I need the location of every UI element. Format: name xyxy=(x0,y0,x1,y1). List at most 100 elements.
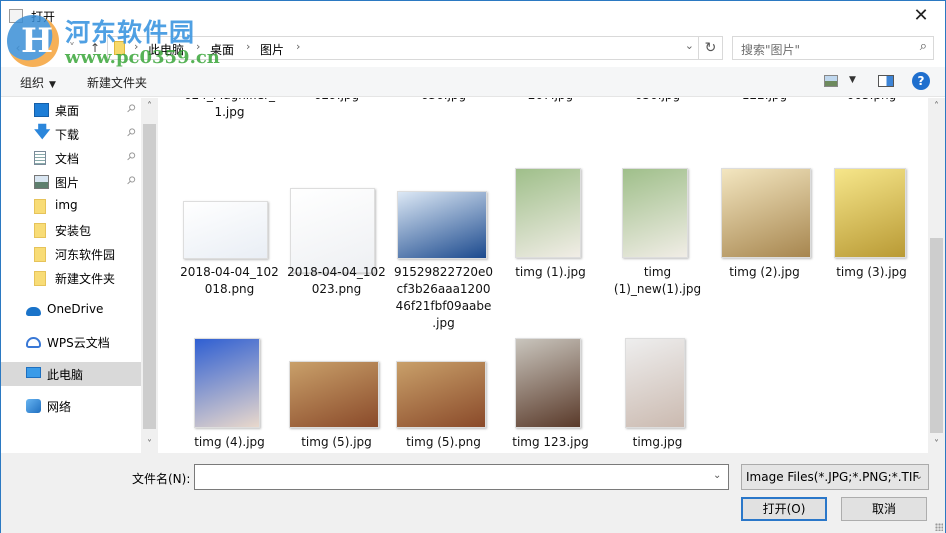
file-item[interactable]: timg (5).png xyxy=(390,338,497,453)
file-item[interactable]: timg (4).jpg xyxy=(176,338,283,453)
onedrive-icon xyxy=(26,307,41,316)
file-thumbnail xyxy=(622,168,688,258)
file-list: 2017-12-01_093 624_Magnifier_ 1.jpg 2017-… xyxy=(158,98,928,453)
file-item[interactable]: 2018-01-04_132 207.jpg xyxy=(497,98,604,178)
sidebar-item[interactable]: WPS云文档 xyxy=(1,330,141,354)
file-item[interactable]: 91529822720e0 cf3b26aaa1200 46f21fbf09aa… xyxy=(390,186,497,330)
pictures-icon xyxy=(34,175,49,189)
filename-input[interactable] xyxy=(194,464,729,490)
file-item[interactable]: timg (2).jpg xyxy=(711,168,818,288)
sidebar-scrollbar[interactable]: ˄ ˅ xyxy=(141,98,158,453)
file-item[interactable]: timg.jpg xyxy=(604,338,711,453)
back-button[interactable]: ‹ xyxy=(9,39,27,57)
search-icon[interactable]: ⌕ xyxy=(920,39,927,54)
file-item[interactable]: timg (1)_new(1).jpg xyxy=(604,168,711,296)
file-item[interactable]: 2018-02-23_090 122.jpg xyxy=(711,98,818,178)
scroll-down-icon[interactable]: ˅ xyxy=(141,436,158,453)
file-name: 2018-04-04_102 003.png xyxy=(818,98,925,104)
sidebar-scroll-thumb[interactable] xyxy=(143,124,156,429)
file-name: timg (4).jpg xyxy=(194,435,265,449)
organize-label: 组织 xyxy=(20,76,45,90)
file-name: 2018-02-23_090 122.jpg xyxy=(711,98,818,104)
preview-pane-icon[interactable] xyxy=(878,75,894,87)
file-item[interactable]: timg (1).jpg xyxy=(497,168,604,288)
sidebar-item[interactable]: 此电脑 xyxy=(1,362,141,386)
new-folder-button[interactable]: 新建文件夹 xyxy=(87,74,147,91)
file-item[interactable]: 2018-04-04_102 018.png xyxy=(176,186,283,306)
file-thumbnail xyxy=(515,168,581,258)
scroll-down-icon[interactable]: ˅ xyxy=(928,436,945,453)
search-box[interactable]: 搜索"图片" ⌕ xyxy=(732,36,934,60)
sidebar-item[interactable]: 🡇 下载 ⚲ xyxy=(1,122,141,146)
help-icon[interactable]: ? xyxy=(912,72,930,90)
sidebar-item[interactable]: 网络 xyxy=(1,394,141,418)
sidebar-item[interactable]: 桌面 ⚲ xyxy=(1,98,141,122)
sidebar-item[interactable]: 文档 ⚲ xyxy=(1,146,141,170)
scroll-up-icon[interactable]: ˄ xyxy=(928,98,945,115)
breadcrumb-separator[interactable]: › xyxy=(296,40,300,53)
folder-icon xyxy=(34,199,46,214)
scroll-up-icon[interactable]: ˄ xyxy=(141,98,158,115)
up-button[interactable]: ↑ xyxy=(86,39,104,57)
sidebar-item[interactable]: 新建文件夹 xyxy=(1,266,141,290)
breadcrumb-separator[interactable]: › xyxy=(196,40,200,53)
window-title: 打开 xyxy=(31,10,56,24)
file-name: 2018-02-23_090 050.jpg xyxy=(604,98,711,104)
folder-icon xyxy=(114,41,125,55)
address-bar[interactable]: › 此电脑 › 桌面 › 图片 › ⌄ ↻ xyxy=(107,36,723,60)
search-input[interactable]: 搜索"图片" xyxy=(741,41,800,58)
sidebar-item-label: img xyxy=(55,198,78,212)
cancel-button[interactable]: 取消 xyxy=(841,497,927,521)
open-button[interactable]: 打开(O) xyxy=(741,497,827,521)
organize-menu[interactable]: 组织 ▼ xyxy=(20,74,56,91)
file-item[interactable]: 2018-02-23_090 050.jpg xyxy=(604,98,711,178)
file-list-scrollbar[interactable]: ˄ ˅ xyxy=(928,98,945,453)
sidebar-item-label: 此电脑 xyxy=(47,368,84,382)
breadcrumb-pictures[interactable]: 图片 xyxy=(260,41,284,58)
change-view-icon[interactable] xyxy=(824,75,838,87)
file-item[interactable]: timg (5).jpg xyxy=(283,338,390,453)
sidebar-item-label: 图片 xyxy=(55,176,80,190)
pin-icon[interactable]: ⚲ xyxy=(124,149,139,164)
breadcrumb-separator[interactable]: › xyxy=(246,40,250,53)
breadcrumb-this-pc[interactable]: 此电脑 xyxy=(148,41,184,58)
pin-icon[interactable]: ⚲ xyxy=(124,173,139,188)
file-item[interactable]: 2017-12-01_093 629.jpg xyxy=(283,98,390,178)
file-item[interactable]: 2017-12-01_093 636.jpg xyxy=(390,98,497,178)
filename-dropdown-icon[interactable]: ⌄ xyxy=(713,470,721,481)
file-thumbnail xyxy=(290,188,375,273)
file-item[interactable]: 2018-04-04_102 003.png xyxy=(818,98,925,178)
refresh-button[interactable]: ↻ xyxy=(698,37,722,59)
sidebar-item[interactable]: img xyxy=(1,194,141,218)
sidebar-item[interactable]: 河东软件园 xyxy=(1,242,141,266)
sidebar-item[interactable]: OneDrive xyxy=(1,298,141,322)
this-pc-icon xyxy=(26,367,41,378)
pin-icon[interactable]: ⚲ xyxy=(124,125,139,140)
pin-icon[interactable]: ⚲ xyxy=(124,101,139,116)
breadcrumb-separator[interactable]: › xyxy=(134,40,138,53)
file-thumbnail xyxy=(396,361,486,428)
file-name: timg (1).jpg xyxy=(515,265,586,279)
close-button[interactable]: ✕ xyxy=(901,1,941,31)
file-item[interactable]: timg (3).jpg xyxy=(818,168,925,288)
resize-grip-icon[interactable] xyxy=(935,523,943,531)
file-thumbnail xyxy=(183,201,268,259)
file-item[interactable]: 2018-04-04_102 023.png xyxy=(283,186,390,306)
sidebar-item[interactable]: 图片 ⚲ xyxy=(1,170,141,194)
recent-locations-button[interactable]: ˅ xyxy=(63,39,81,57)
folder-icon xyxy=(34,271,46,286)
view-options-chevron-icon[interactable]: ▼ xyxy=(849,75,856,85)
file-type-value: Image Files(*.JPG;*.PNG;*.TIF xyxy=(746,470,920,484)
file-name: 2017-12-01_093 629.jpg xyxy=(283,98,390,104)
file-type-select[interactable]: Image Files(*.JPG;*.PNG;*.TIF ⌄ xyxy=(741,464,929,490)
address-dropdown-icon[interactable]: ⌄ xyxy=(685,39,694,52)
chevron-down-icon: ⌄ xyxy=(914,471,923,482)
file-item[interactable]: 2017-12-01_093 624_Magnifier_ 1.jpg xyxy=(176,98,283,178)
file-name: 2018-04-04_102 023.png xyxy=(287,265,386,296)
file-item[interactable]: timg 123.jpg xyxy=(497,338,604,453)
breadcrumb-desktop[interactable]: 桌面 xyxy=(210,41,234,58)
file-thumbnail xyxy=(834,168,906,258)
file-name: timg 123.jpg xyxy=(512,435,589,449)
file-list-scroll-thumb[interactable] xyxy=(930,238,943,433)
sidebar-item[interactable]: 安装包 xyxy=(1,218,141,242)
